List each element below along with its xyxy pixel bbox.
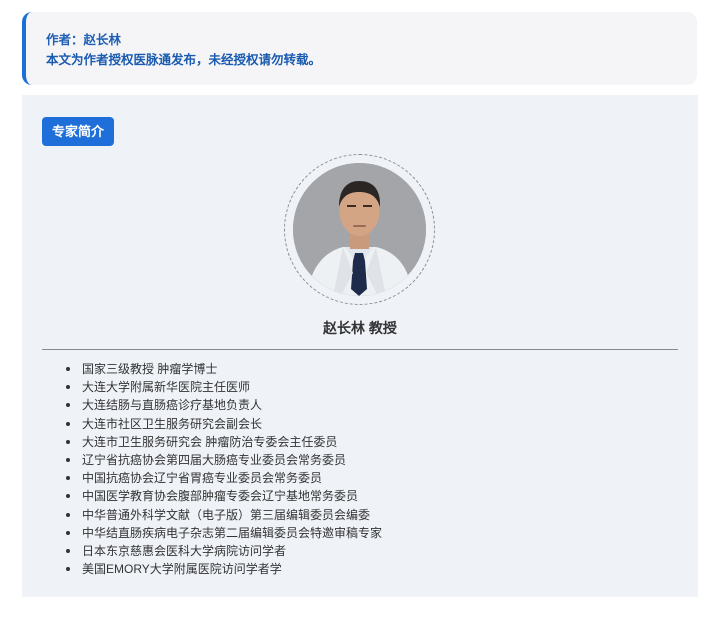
section-tag-expert-intro: 专家简介 [42,117,115,146]
expert-profile-card: 专家简介 赵长林 教授 国家三级教授 肿瘤学博士 大连大学附属新华医院主任医师 … [22,95,698,597]
credentials-list: 国家三级教授 肿瘤学博士 大连大学附属新华医院主任医师 大连结肠与直肠癌诊疗基地… [62,360,382,578]
credential-item: 美国EMORY大学附属医院访问学者学 [62,560,382,578]
avatar-ring [284,154,435,305]
credential-item: 中华普通外科学文献（电子版）第三届编辑委员会编委 [62,506,382,524]
credential-item: 大连市社区卫生服务研究会副会长 [62,415,382,433]
divider [42,349,678,350]
credential-item: 日本东京慈惠会医科大学病院访问学者 [62,542,382,560]
credential-item: 国家三级教授 肿瘤学博士 [62,360,382,378]
credential-item: 中华结直肠疾病电子杂志第二届编辑委员会特邀审稿专家 [62,524,382,542]
credential-item: 中国医学教育协会腹部肿瘤专委会辽宁基地常务委员 [62,487,382,505]
author-line: 作者：赵长林 [46,33,122,47]
expert-name: 赵长林 教授 [323,320,397,336]
credential-item: 中国抗癌协会辽宁省胃癌专业委员会常务委员 [62,469,382,487]
credential-item: 大连大学附属新华医院主任医师 [62,378,382,396]
author-notice: 作者：赵长林 本文为作者授权医脉通发布，未经授权请勿转载。 [22,12,697,85]
expert-portrait-image [293,163,426,296]
expert-avatar [293,163,426,296]
credential-item: 大连结肠与直肠癌诊疗基地负责人 [62,396,382,414]
credential-item: 大连市卫生服务研究会 肿瘤防治专委会主任委员 [62,433,382,451]
copyright-notice: 本文为作者授权医脉通发布，未经授权请勿转载。 [46,53,322,67]
credential-item: 辽宁省抗癌协会第四届大肠癌专业委员会常务委员 [62,451,382,469]
